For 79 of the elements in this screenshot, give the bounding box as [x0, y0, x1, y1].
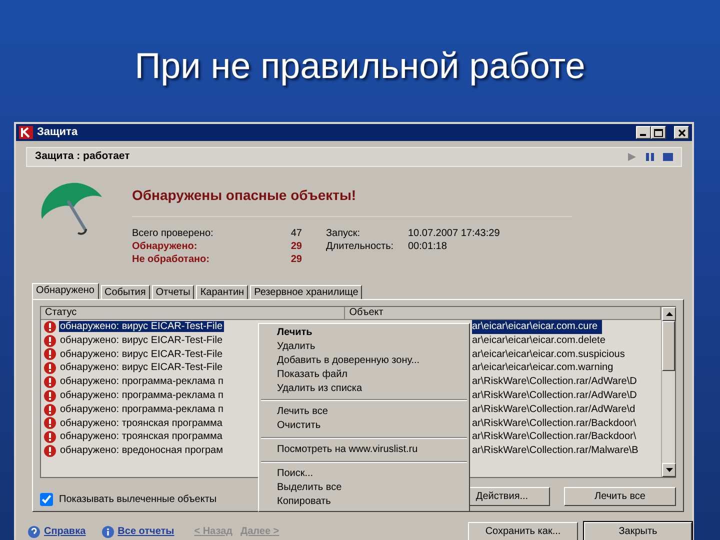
status-cell[interactable]: обнаружено: программа-реклама п [59, 376, 224, 388]
alert-icon [44, 390, 56, 402]
status-cell[interactable]: обнаружено: вирус EICAR-Test-File [59, 362, 224, 374]
status-cell[interactable]: обнаружено: вредоносная програм [59, 445, 224, 456]
alert-icon [44, 362, 56, 374]
stat-label: Не обработано: [132, 253, 210, 266]
close-icon [678, 128, 686, 136]
show-cured-checkbox[interactable] [40, 493, 53, 506]
app-logo-icon [19, 126, 33, 139]
object-cell[interactable]: ar\eicar\eicar\eicar.com.delete [472, 334, 610, 348]
status-cell[interactable]: обнаружено: программа-реклама п [59, 404, 224, 415]
maximize-button[interactable] [651, 126, 666, 139]
tab[interactable]: Резервное хранилище [250, 285, 362, 299]
alert-icon [44, 376, 56, 388]
status-cell[interactable]: обнаружено: троянская программа [59, 431, 224, 442]
tab[interactable]: События [100, 285, 150, 299]
footer-link[interactable]: Все отчеты [118, 524, 174, 539]
alert-icon [44, 334, 56, 347]
status-text: Защита : работает [35, 149, 130, 164]
footer-button[interactable]: Сохранить как... [468, 522, 578, 540]
object-cell[interactable]: ar\RiskWare\Collection.rar/AdWare\D [472, 388, 641, 403]
object-cell[interactable]: ar\RiskWare\Collection.rar/AdWare\D [472, 375, 641, 389]
help-icon [28, 526, 40, 538]
minimize-button[interactable] [636, 126, 651, 139]
menu-item[interactable]: Показать файл [259, 368, 469, 382]
tab[interactable]: Карантин [196, 285, 248, 299]
alert-icon [44, 320, 56, 333]
stop-icon[interactable] [663, 152, 673, 162]
menu-item[interactable]: Лечить все [259, 405, 469, 420]
window-title: Защита [37, 125, 78, 140]
pause-icon[interactable] [645, 152, 655, 162]
alert-icon [44, 417, 56, 430]
object-cell[interactable]: ar\eicar\eicar\eicar.com.cure [472, 320, 602, 334]
object-cell[interactable]: ar\RiskWare\Collection.rar/AdWare\d [472, 402, 640, 417]
maximize-icon [654, 128, 663, 136]
menu-item[interactable]: Посмотреть на www.viruslist.ru [259, 443, 469, 458]
status-cell[interactable]: обнаружено: вирус EICAR-Test-File [59, 334, 224, 346]
menu-item[interactable]: Поиск... [259, 467, 469, 482]
alert-icon [44, 404, 56, 416]
tab[interactable]: Обнаружено [32, 283, 98, 300]
stat-value: 29 [290, 253, 302, 266]
alert-icon [44, 348, 56, 360]
menu-item[interactable]: Лечить [259, 326, 469, 340]
info-label: Запуск: [326, 227, 362, 240]
status-cell[interactable]: обнаружено: вирус EICAR-Test-File [59, 321, 224, 332]
action-button[interactable]: Лечить все [564, 487, 676, 506]
column-header: Статус [41, 307, 346, 319]
status-cell[interactable]: обнаружено: вирус EICAR-Test-File [59, 348, 224, 360]
object-cell[interactable]: ar\RiskWare\Collection.rar/Malware\B [472, 444, 642, 458]
stat-value: 47 [290, 227, 302, 240]
scrollbar[interactable] [661, 307, 675, 477]
menu-item[interactable]: Удалить [259, 340, 469, 354]
stat-label: Обнаружено: [132, 240, 198, 253]
close-button[interactable] [674, 126, 689, 139]
tab[interactable]: Отчеты [152, 285, 194, 299]
alert-heading: Обнаружены опасные объекты! [132, 185, 572, 217]
menu-item[interactable]: Добавить в доверенную зону... [259, 354, 469, 368]
slide-title: При не правильной работе [134, 44, 586, 88]
object-cell[interactable]: ar\RiskWare\Collection.rar/Backdoor\ [472, 416, 640, 430]
info-value: 10.07.2007 17:43:29 [408, 227, 500, 240]
alert-icon [44, 445, 56, 458]
info-value: 00:01:18 [408, 240, 447, 253]
status-cell[interactable]: обнаружено: троянская программа [59, 418, 224, 429]
alert-icon [44, 431, 56, 444]
scroll-down-icon[interactable] [666, 468, 672, 472]
info-icon [102, 526, 114, 538]
stat-value: 29 [290, 240, 302, 253]
info-label: Длительность: [326, 240, 395, 253]
object-cell[interactable]: ar\eicar\eicar\eicar.com.suspicious [472, 348, 629, 362]
footer-link[interactable]: Справка [44, 524, 86, 539]
menu-item[interactable]: Очистить [259, 419, 469, 434]
object-cell[interactable]: ar\RiskWare\Collection.rar/Backdoor\ [472, 430, 640, 444]
stat-label: Всего проверено: [132, 227, 214, 240]
object-cell[interactable]: ar\eicar\eicar\eicar.com.warning [472, 361, 618, 376]
status-cell[interactable]: обнаружено: программа-реклама п [59, 390, 224, 401]
menu-item[interactable]: Удалить из списка [259, 382, 469, 396]
scroll-up-icon[interactable] [666, 312, 672, 316]
checkbox-label: Показывать вылеченные объекты [59, 493, 217, 507]
footer-button[interactable]: Закрыть [584, 522, 692, 540]
